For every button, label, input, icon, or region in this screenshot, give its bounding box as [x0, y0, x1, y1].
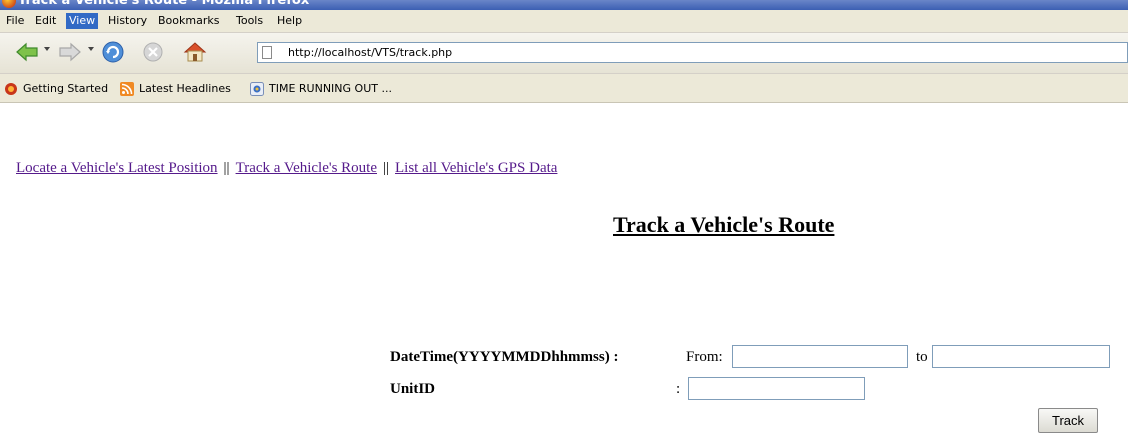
forward-icon[interactable]: [57, 39, 83, 65]
menu-file[interactable]: File: [3, 13, 27, 29]
url-bar[interactable]: http://localhost/VTS/track.php: [257, 42, 1128, 63]
track-button[interactable]: Track: [1038, 408, 1098, 433]
rss-icon: [120, 82, 134, 96]
page-content: Locate a Vehicle's Latest Position || Trac…: [0, 103, 1128, 446]
nav-separator: ||: [383, 160, 390, 176]
bookmark-latest-headlines[interactable]: Latest Headlines: [120, 81, 231, 97]
menu-view[interactable]: View: [66, 13, 99, 29]
browser-window: Track a Vehicle's Route - Mozilla Firefo…: [0, 0, 1128, 446]
unitid-colon: :: [676, 381, 681, 397]
link-track-route[interactable]: Track a Vehicle's Route: [236, 160, 377, 176]
to-datetime-input[interactable]: [932, 345, 1110, 368]
nav-links: Locate a Vehicle's Latest Position || Trac…: [16, 160, 557, 177]
menu-bookmarks[interactable]: Bookmarks: [155, 13, 222, 29]
to-label: to: [916, 349, 928, 365]
stop-icon[interactable]: [140, 39, 166, 65]
from-datetime-input[interactable]: [732, 345, 908, 368]
window-title: Track a Vehicle's Route - Mozilla Firefo…: [18, 0, 310, 8]
bookmark-label: TIME RUNNING OUT ...: [269, 82, 392, 95]
back-icon[interactable]: [14, 39, 40, 65]
firefox-app-icon: [2, 0, 16, 8]
menu-tools[interactable]: Tools: [233, 13, 266, 29]
bookmarks-toolbar: Getting Started Latest Headlines TIME RU…: [0, 74, 1128, 103]
navigation-toolbar: http://localhost/VTS/track.php: [0, 33, 1128, 74]
title-bar: Track a Vehicle's Route - Mozilla Firefo…: [0, 0, 1128, 10]
unitid-input[interactable]: [688, 377, 865, 400]
page-title: Track a Vehicle's Route: [613, 212, 835, 237]
url-text[interactable]: http://localhost/VTS/track.php: [288, 46, 452, 59]
menu-bar: File Edit View History Bookmarks Tools H…: [0, 10, 1128, 33]
forward-dropdown-icon[interactable]: [88, 47, 94, 51]
bookmark-label: Latest Headlines: [139, 82, 231, 95]
page-icon: [262, 46, 272, 59]
datetime-label: DateTime(YYYYMMDDhhmmss) :: [390, 349, 619, 365]
link-list-gps-data[interactable]: List all Vehicle's GPS Data: [395, 160, 557, 176]
back-dropdown-icon[interactable]: [44, 47, 50, 51]
bookmark-time-running-out[interactable]: TIME RUNNING OUT ...: [250, 81, 392, 97]
from-label: From:: [686, 349, 723, 365]
reload-icon[interactable]: [100, 39, 126, 65]
home-icon[interactable]: [182, 39, 208, 65]
bookmark-label: Getting Started: [23, 82, 109, 95]
bookmark-getting-started[interactable]: Getting Started: [4, 81, 108, 97]
menu-help[interactable]: Help: [274, 13, 305, 29]
firefox-icon: [4, 82, 18, 96]
link-locate-latest-position[interactable]: Locate a Vehicle's Latest Position: [16, 160, 218, 176]
bookmark-page-icon: [250, 82, 264, 96]
unitid-label: UnitID: [390, 381, 436, 397]
nav-separator: ||: [223, 160, 230, 176]
menu-edit[interactable]: Edit: [32, 13, 59, 29]
menu-history[interactable]: History: [105, 13, 150, 29]
